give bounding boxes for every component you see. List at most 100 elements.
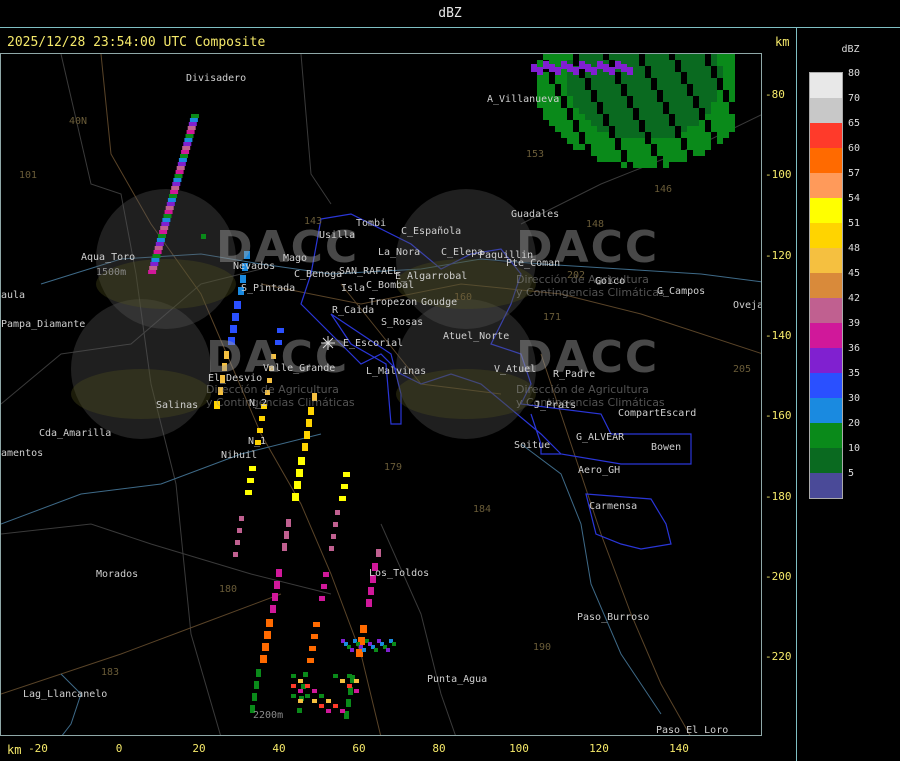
place-label[interactable]: Paso_Burroso — [577, 612, 649, 623]
place-label[interactable]: G_ALVEAR — [576, 432, 624, 443]
echo-cell — [567, 132, 573, 138]
place-label[interactable]: Goico — [595, 276, 625, 287]
place-label[interactable]: C_Elepa — [441, 247, 483, 258]
place-label[interactable]: Tropezon — [369, 297, 417, 308]
place-label[interactable]: Aero_GH — [578, 465, 620, 476]
place-label[interactable]: SAN_RAFAEL — [339, 266, 399, 277]
place-label[interactable]: R_Padre — [553, 369, 595, 380]
legend-label: 60 — [848, 143, 861, 154]
place-label[interactable]: L_Malvinas — [366, 366, 426, 377]
place-label[interactable]: Soitue — [514, 440, 550, 451]
place-label[interactable]: Lag_Llancanelo — [23, 689, 107, 700]
place-label[interactable]: E_Escorial — [343, 338, 403, 349]
place-label[interactable]: C_Benoga — [294, 269, 342, 280]
x-tick: 20 — [192, 742, 206, 755]
echo-cell — [669, 96, 675, 102]
place-label[interactable]: Morados — [96, 569, 138, 580]
legend-label: 42 — [848, 293, 861, 304]
place-label[interactable]: A_Villanueva — [487, 94, 559, 105]
place-label[interactable]: Tombi — [356, 218, 386, 229]
place-label[interactable]: Los_Toldos — [369, 568, 429, 579]
place-label[interactable]: Aqua_Toro — [81, 252, 135, 263]
legend-swatch — [810, 423, 842, 448]
echo-cell — [645, 90, 651, 96]
echo-cell — [585, 64, 591, 72]
echo-cell — [621, 162, 627, 168]
echo-cell — [639, 108, 645, 114]
place-label[interactable]: Ovejas — [733, 300, 761, 311]
echo-cell — [651, 114, 657, 120]
echo-cell — [705, 78, 711, 84]
place-label[interactable]: Nevados — [233, 261, 275, 272]
route-label: 171 — [543, 312, 562, 323]
place-label[interactable]: S_Rosas — [381, 317, 423, 328]
echo-cell — [693, 60, 699, 66]
place-label[interactable]: C_Española — [401, 226, 461, 237]
echo-cell — [669, 84, 675, 90]
place-label[interactable]: Pampa_Diamante — [1, 319, 85, 330]
echo-cell — [615, 150, 621, 156]
place-label[interactable]: amentos — [1, 448, 43, 459]
x-tick: 60 — [352, 742, 366, 755]
echo-cell — [717, 72, 723, 78]
place-label[interactable]: S_Pintada — [241, 283, 295, 294]
echo-cell — [639, 78, 645, 84]
echo-cell — [651, 66, 657, 72]
place-label[interactable]: Divisadero — [186, 73, 246, 84]
place-label[interactable]: Valle_Grande — [263, 363, 335, 374]
place-label[interactable]: G_Campos — [657, 286, 705, 297]
echo-cell — [585, 114, 591, 120]
echo-cell — [675, 138, 681, 144]
place-label[interactable]: Salinas — [156, 400, 198, 411]
place-label[interactable]: Atuel_Norte — [443, 331, 509, 342]
place-label[interactable]: Isla — [341, 283, 365, 294]
echo-cell — [549, 84, 555, 90]
echo-cell — [555, 114, 561, 120]
place-label[interactable]: Nihuil — [221, 450, 257, 461]
echo-cell — [687, 60, 693, 66]
place-label[interactable]: Mago — [283, 253, 307, 264]
place-label[interactable]: N_1 — [248, 436, 266, 447]
place-label[interactable]: CompartEscard — [618, 408, 696, 419]
echo-cell — [167, 198, 176, 202]
echo-cell — [645, 162, 651, 168]
echo-cell — [657, 126, 663, 132]
place-label[interactable]: R_Caida — [332, 305, 374, 316]
echo-cell — [597, 90, 603, 96]
place-label[interactable]: El_Desvio — [208, 373, 262, 384]
echo-cell — [189, 118, 198, 122]
place-label[interactable]: Goudge — [421, 297, 457, 308]
echo-cell — [340, 679, 345, 683]
legend-swatch — [810, 248, 842, 273]
echo-cell — [705, 138, 711, 144]
legend-color-bar — [809, 72, 843, 499]
place-label[interactable]: Usilla — [319, 230, 355, 241]
place-label[interactable]: Guadales — [511, 209, 559, 220]
echo-cell — [609, 67, 615, 75]
echo-cell — [153, 250, 162, 254]
place-label[interactable]: Paso_El_Loro — [656, 725, 728, 735]
echo-cell — [621, 96, 627, 102]
place-label[interactable]: La_Nora — [378, 247, 420, 258]
place-label[interactable]: C_Bombal — [366, 280, 414, 291]
place-label[interactable]: Carmensa — [589, 501, 637, 512]
legend-label: 20 — [848, 418, 861, 429]
place-label[interactable]: J_Prats — [534, 400, 576, 411]
place-label[interactable]: aula — [1, 290, 25, 301]
x-tick: 0 — [115, 742, 123, 755]
place-label[interactable]: Cda_Amarilla — [39, 428, 111, 439]
place-label[interactable]: Pte_Coman — [506, 258, 560, 269]
y-tick: -100 — [765, 168, 792, 181]
place-label[interactable]: Bowen — [651, 442, 681, 453]
place-label[interactable]: N_2 — [249, 398, 267, 409]
echo-cell — [392, 642, 396, 646]
echo-cell — [609, 84, 615, 90]
place-label[interactable]: Punta_Agua — [427, 674, 487, 685]
echo-cell — [645, 114, 651, 120]
radar-map[interactable]: DACC DACC Dirección de Agricultura y Con… — [0, 53, 762, 736]
echo-cell — [693, 132, 699, 138]
echo-cell — [681, 108, 687, 114]
echo-cell — [615, 90, 621, 96]
echo-cell — [669, 156, 675, 162]
place-label[interactable]: V_Atuel — [494, 364, 536, 375]
